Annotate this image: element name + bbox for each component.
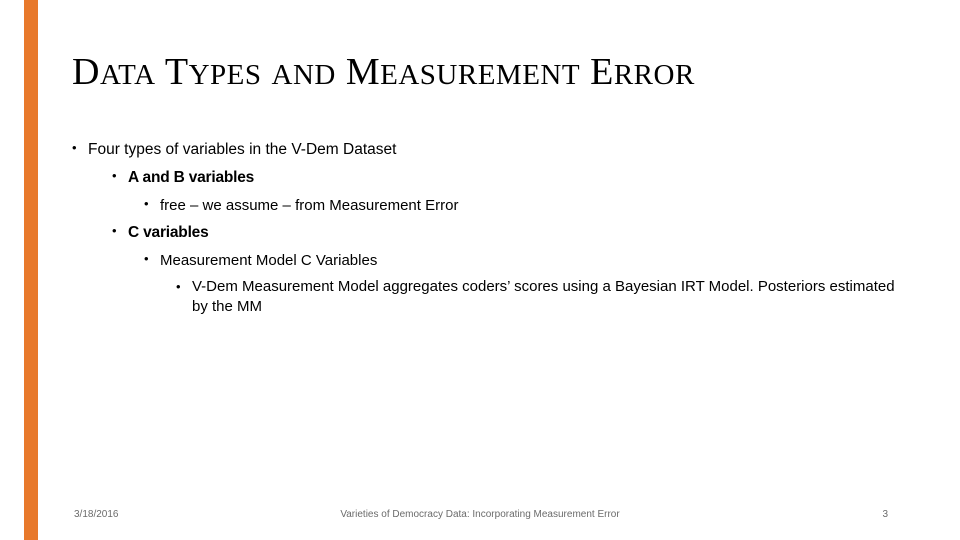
- bullet-level2-c-text: C variables: [128, 224, 209, 242]
- title-rest-measurement: EASUREMENT: [380, 59, 581, 91]
- bullet-level3-measurement-text: Measurement Model C Variables: [160, 252, 378, 270]
- bullet-level4-vdem-text: V-Dem Measurement Model aggregates coder…: [192, 277, 895, 315]
- bullet-level3-measurement-model: • Measurement Model C Variables: [144, 249, 902, 272]
- bullet-level2-ab-text: A and B variables: [128, 169, 255, 187]
- bullet-level3-free-text: free – we assume – from Measurement Erro…: [160, 197, 459, 215]
- bullet-glyph-icon: •: [112, 223, 117, 239]
- slide: DATA TYPES AND MEASUREMENT ERROR • Four …: [0, 0, 960, 540]
- left-accent-bar: [24, 0, 38, 540]
- footer-title: Varieties of Democracy Data: Incorporati…: [340, 509, 620, 520]
- bullet-glyph-icon: •: [112, 168, 117, 184]
- footer-page-number: 3: [882, 509, 888, 520]
- title-rest-data: ATA: [99, 59, 156, 91]
- bullet-glyph-icon: •: [176, 278, 181, 294]
- bullet-level2-c-variables: • C variables: [112, 221, 902, 245]
- bullet-level3-free-assume: • free – we assume – from Measurement Er…: [144, 194, 902, 217]
- bullet-level1-text: Four types of variables in the V-Dem Dat…: [88, 141, 397, 158]
- bullet-glyph-icon: •: [72, 140, 77, 155]
- bullet-glyph-icon: •: [144, 251, 149, 267]
- title-cap-m: M: [345, 51, 381, 93]
- bullet-glyph-icon: •: [144, 196, 149, 212]
- slide-body: • Four types of variables in the V-Dem D…: [72, 138, 902, 321]
- bullet-level2-ab-variables: • A and B variables: [112, 166, 902, 190]
- title-cap-e: E: [590, 51, 614, 93]
- title-rest-and: AND: [271, 59, 336, 91]
- page-title: DATA TYPES AND MEASUREMENT ERROR: [72, 51, 902, 94]
- title-cap-t: T: [164, 51, 189, 93]
- title-cap-d: D: [72, 51, 100, 93]
- bullet-level1-four-types: • Four types of variables in the V-Dem D…: [72, 138, 902, 162]
- bullet-level4-vdem-mm: • V-Dem Measurement Model aggregates cod…: [176, 277, 902, 318]
- title-rest-error: RROR: [613, 59, 695, 91]
- slide-footer: 3/18/2016 Varieties of Democracy Data: I…: [0, 505, 960, 529]
- title-rest-types: YPES: [188, 59, 262, 91]
